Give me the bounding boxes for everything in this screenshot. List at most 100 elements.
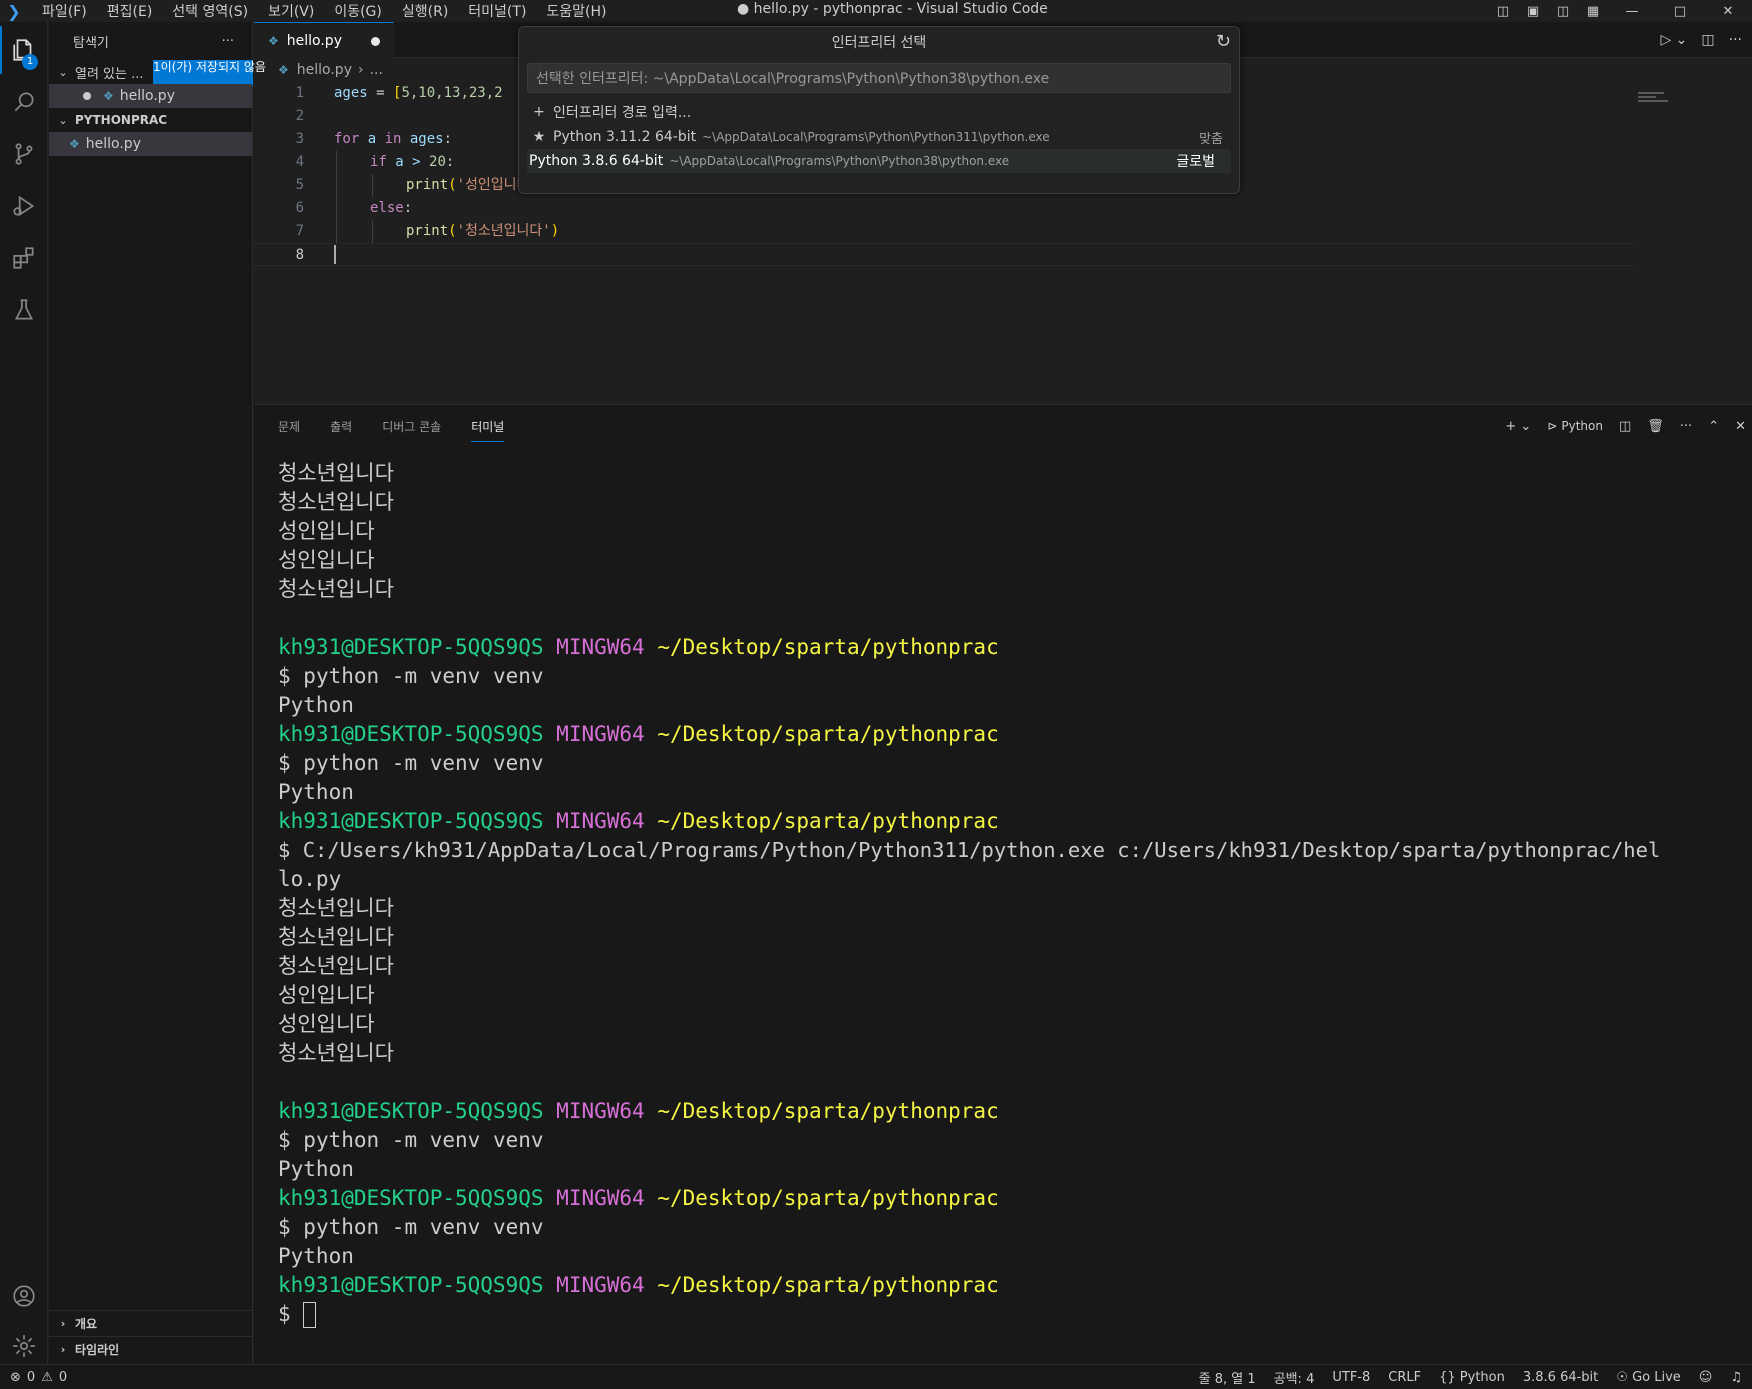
more-actions-icon[interactable]: ··· (1680, 419, 1692, 434)
folder-file-item[interactable]: ❖ hello.py (49, 132, 252, 156)
bottom-panel: 문제 출력 디버그 콘솔 터미널 + ⌄ ⊳ Python ◫ 🗑 ··· ⌃ … (254, 404, 1752, 1364)
language-mode[interactable]: {} Python (1439, 1370, 1505, 1385)
terminal-line: 성인입니다 (278, 1012, 375, 1036)
encoding[interactable]: UTF-8 (1332, 1370, 1370, 1385)
timeline-section[interactable]: › 타임라인 (49, 1336, 253, 1362)
interpreter-path: ~\AppData\Local\Programs\Python\Python31… (702, 130, 1050, 144)
code-text: else: (370, 200, 413, 216)
minimize-icon[interactable]: — (1608, 4, 1656, 19)
terminal-prompt-line: kh931@DESKTOP-5QQS9QS MINGW64 ~/Desktop/… (278, 809, 999, 833)
close-panel-icon[interactable]: ✕ (1735, 419, 1746, 434)
maximize-icon[interactable]: □ (1656, 4, 1704, 19)
line-number: 6 (295, 200, 304, 216)
new-terminal-icon[interactable]: + ⌄ (1505, 419, 1531, 434)
extensions-icon[interactable] (0, 234, 48, 282)
terminal-selector[interactable]: ⊳ Python (1547, 419, 1603, 433)
explorer-more-actions[interactable]: ··· (222, 34, 234, 49)
run-debug-icon[interactable] (0, 182, 48, 230)
indentation[interactable]: 공백: 4 (1274, 1368, 1315, 1387)
terminal-prompt-line: kh931@DESKTOP-5QQS9QS MINGW64 ~/Desktop/… (278, 1273, 999, 1297)
customize-layout-icon[interactable]: ▦ (1578, 4, 1608, 19)
menu-edit[interactable]: 편집(E) (107, 1, 153, 21)
enter-path-label: 인터프리터 경로 입력... (553, 105, 692, 121)
unsaved-badge: 1이(가) 저장되지 않음 (153, 60, 266, 86)
terminal-name: Python (1561, 419, 1603, 433)
explorer-sidebar: 탐색기 ··· ⌄ 열려 있는 ... 1이(가) 저장되지 않음 ❖ hell… (49, 22, 266, 1364)
feedback-icon[interactable]: ☺ (1699, 1370, 1713, 1385)
kill-terminal-icon[interactable]: 🗑 (1647, 419, 1664, 434)
toggle-secondary-sidebar-icon[interactable]: ◫ (1548, 4, 1578, 19)
terminal-line: 청소년입니다 (278, 1041, 394, 1065)
tab-hello-py[interactable]: ❖ hello.py (254, 22, 394, 58)
source-control-icon[interactable] (0, 130, 48, 178)
breadcrumb-more[interactable]: ... (370, 62, 383, 78)
editor-actions: ▷ ⌄ ◫ ··· (1660, 22, 1752, 58)
breadcrumb-file[interactable]: hello.py (297, 62, 352, 78)
terminal-output[interactable]: 청소년입니다 청소년입니다 성인입니다 성인입니다 청소년입니다 kh931@D… (278, 459, 1748, 1329)
open-editor-item[interactable]: ❖ hello.py (49, 84, 252, 108)
window-title: ● hello.py - pythonprac - Visual Studio … (737, 1, 1048, 17)
settings-gear-icon[interactable] (0, 1322, 48, 1370)
outline-section[interactable]: › 개요 (49, 1310, 253, 1336)
broadcast-icon: ☉ (1616, 1370, 1628, 1385)
end-of-line[interactable]: CRLF (1388, 1370, 1421, 1385)
tab-problems[interactable]: 문제 (278, 418, 300, 435)
menu-file[interactable]: 파일(F) (42, 1, 87, 21)
breadcrumb-separator-icon: › (357, 62, 364, 78)
interpreter-option-focused[interactable]: Python 3.8.6 64-bit ~\AppData\Local\Prog… (527, 149, 1231, 173)
line-number: 2 (295, 108, 304, 124)
go-live-button[interactable]: ☉ Go Live (1616, 1370, 1681, 1385)
enter-interpreter-path-item[interactable]: + 인터프리터 경로 입력... (519, 99, 1239, 125)
tab-output[interactable]: 출력 (330, 418, 352, 435)
more-actions-icon[interactable]: ··· (1729, 32, 1742, 48)
notifications-bell-icon[interactable]: ♫ (1730, 1370, 1742, 1385)
minimap[interactable] (1638, 92, 1668, 106)
run-python-file-icon[interactable]: ▷ ⌄ (1660, 32, 1687, 48)
open-editors-section[interactable]: ⌄ 열려 있는 ... 1이(가) 저장되지 않음 (49, 60, 266, 86)
interpreter-search-input[interactable]: 선택한 인터프리터: ~\AppData\Local\Programs\Pyth… (527, 63, 1231, 93)
code-text: if a > 20: (370, 154, 455, 170)
terminal-input-line[interactable]: $ (278, 1300, 1748, 1329)
open-editor-filename: hello.py (119, 88, 175, 104)
terminal-line: 청소년입니다 (278, 577, 394, 601)
menu-help[interactable]: 도움말(H) (546, 1, 606, 21)
refresh-icon[interactable]: ↻ (1216, 31, 1231, 52)
cursor-position[interactable]: 줄 8, 열 1 (1199, 1368, 1256, 1387)
unsaved-dot-icon[interactable] (83, 92, 91, 100)
python-interpreter[interactable]: 3.8.6 64-bit (1523, 1370, 1598, 1385)
menu-selection[interactable]: 선택 영역(S) (172, 1, 248, 21)
code-text: print('청소년입니다') (406, 223, 560, 239)
problems-indicator[interactable]: ⊗ 0 ⚠ 0 (0, 1370, 67, 1385)
folder-label: PYTHONPRAC (75, 113, 168, 127)
maximize-panel-icon[interactable]: ⌃ (1708, 419, 1719, 434)
tab-terminal[interactable]: 터미널 (471, 418, 505, 442)
split-editor-icon[interactable]: ◫ (1701, 32, 1714, 48)
open-editors-label: 열려 있는 ... (75, 66, 144, 82)
account-icon[interactable] (0, 1272, 48, 1320)
toggle-sidebar-icon[interactable]: ◫ (1488, 4, 1518, 19)
status-right: 줄 8, 열 1 공백: 4 UTF-8 CRLF {} Python 3.8.… (1199, 1365, 1742, 1389)
panel-tabs: 문제 출력 디버그 콘솔 터미널 (278, 405, 505, 447)
unsaved-dot-icon[interactable] (371, 37, 380, 46)
code-line: 6 else: (254, 197, 1634, 220)
explorer-icon[interactable]: 1 (0, 26, 48, 74)
terminal-prompt-line: kh931@DESKTOP-5QQS9QS MINGW64 ~/Desktop/… (278, 1186, 999, 1210)
toggle-panel-icon[interactable]: ▣ (1518, 4, 1548, 19)
terminal-prompt-line: kh931@DESKTOP-5QQS9QS MINGW64 ~/Desktop/… (278, 722, 999, 746)
menu-view[interactable]: 보기(V) (268, 1, 314, 21)
text-caret (334, 245, 336, 264)
chevron-down-icon: ⌄ (58, 65, 68, 79)
code-text: for a in ages: (334, 131, 453, 147)
menu-run[interactable]: 실행(R) (402, 1, 448, 21)
interpreter-option[interactable]: ★ Python 3.11.2 64-bit ~\AppData\Local\P… (519, 125, 1239, 149)
split-terminal-icon[interactable]: ◫ (1619, 419, 1631, 434)
line-number: 7 (295, 223, 304, 239)
folder-section[interactable]: ⌄ PYTHONPRAC (49, 108, 252, 132)
close-window-icon[interactable]: ✕ (1704, 4, 1752, 19)
tab-debug-console[interactable]: 디버그 콘솔 (382, 418, 441, 435)
testing-icon[interactable] (0, 286, 48, 334)
interpreter-detail: 글로벌 (1176, 154, 1215, 170)
search-icon[interactable] (0, 78, 48, 126)
menu-terminal[interactable]: 터미널(T) (468, 1, 526, 21)
menu-go[interactable]: 이동(G) (334, 1, 382, 21)
